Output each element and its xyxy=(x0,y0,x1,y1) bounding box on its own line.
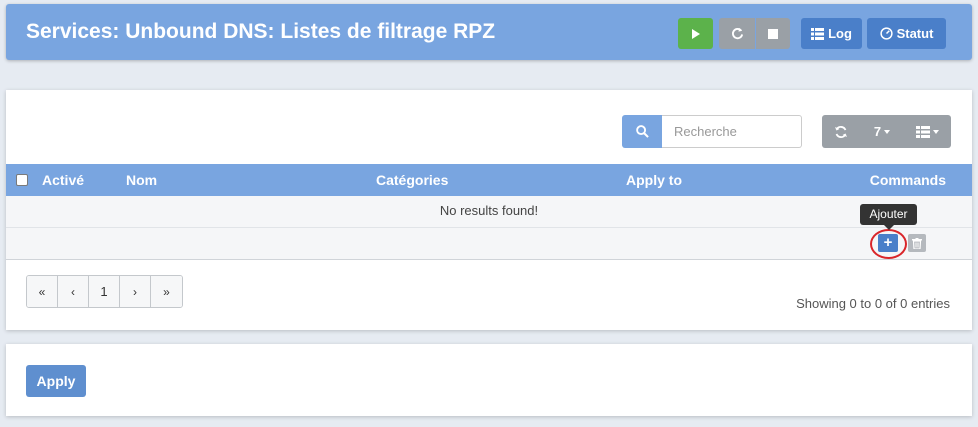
entries-info: Showing 0 to 0 of 0 entries xyxy=(796,296,950,311)
rpz-grid-panel: 7 Activé Nom Catégories Apply to Command… xyxy=(6,90,972,330)
refresh-icon xyxy=(835,125,847,138)
pagination: « ‹ 1 › » xyxy=(26,275,183,308)
column-header-apply-to[interactable]: Apply to xyxy=(626,172,682,188)
search-icon xyxy=(635,125,649,138)
log-button[interactable]: Log xyxy=(801,18,862,49)
status-button-label: Statut xyxy=(896,26,934,41)
highlight-circle xyxy=(870,229,907,259)
row-count-value: 7 xyxy=(873,124,882,139)
empty-results-row: No results found! xyxy=(6,196,972,228)
next-page-button[interactable]: › xyxy=(120,276,151,307)
first-page-button[interactable]: « xyxy=(27,276,58,307)
dashboard-icon xyxy=(879,27,893,40)
grid-tools: 7 xyxy=(822,115,951,148)
commands-row: + xyxy=(6,228,972,260)
apply-panel: Apply xyxy=(6,344,972,416)
column-header-name[interactable]: Nom xyxy=(126,172,157,188)
refresh-button[interactable] xyxy=(822,115,860,148)
select-all-checkbox[interactable] xyxy=(16,174,28,186)
stop-service-button[interactable] xyxy=(756,18,790,49)
status-button[interactable]: Statut xyxy=(867,18,946,49)
page-title: Services: Unbound DNS: Listes de filtrag… xyxy=(26,20,496,43)
caret-down-icon xyxy=(884,129,891,134)
play-icon xyxy=(691,28,700,39)
column-header-enabled[interactable]: Activé xyxy=(42,172,84,188)
caret-down-icon xyxy=(933,129,939,134)
column-header-commands: Commands xyxy=(869,172,946,188)
log-button-label: Log xyxy=(828,26,852,41)
list-icon xyxy=(811,27,825,40)
delete-selected-button[interactable] xyxy=(908,234,926,252)
reload-icon xyxy=(731,27,743,40)
search-input[interactable] xyxy=(662,115,802,148)
prev-page-button[interactable]: ‹ xyxy=(58,276,89,307)
row-count-dropdown[interactable]: 7 xyxy=(860,115,904,148)
apply-button[interactable]: Apply xyxy=(26,365,86,397)
trash-icon xyxy=(912,237,922,249)
column-select-dropdown[interactable] xyxy=(904,115,951,148)
add-tooltip: Ajouter xyxy=(860,204,917,230)
table-header: Activé Nom Catégories Apply to Commands xyxy=(6,164,972,196)
start-service-button[interactable] xyxy=(678,18,713,49)
page-1-button[interactable]: 1 xyxy=(89,276,120,307)
page-header: Services: Unbound DNS: Listes de filtrag… xyxy=(6,4,972,60)
restart-service-button[interactable] xyxy=(719,18,755,49)
stop-icon xyxy=(768,28,778,39)
search-button[interactable] xyxy=(622,115,662,148)
column-header-categories[interactable]: Catégories xyxy=(376,172,448,188)
last-page-button[interactable]: » xyxy=(151,276,182,307)
column-list-icon xyxy=(916,125,930,138)
